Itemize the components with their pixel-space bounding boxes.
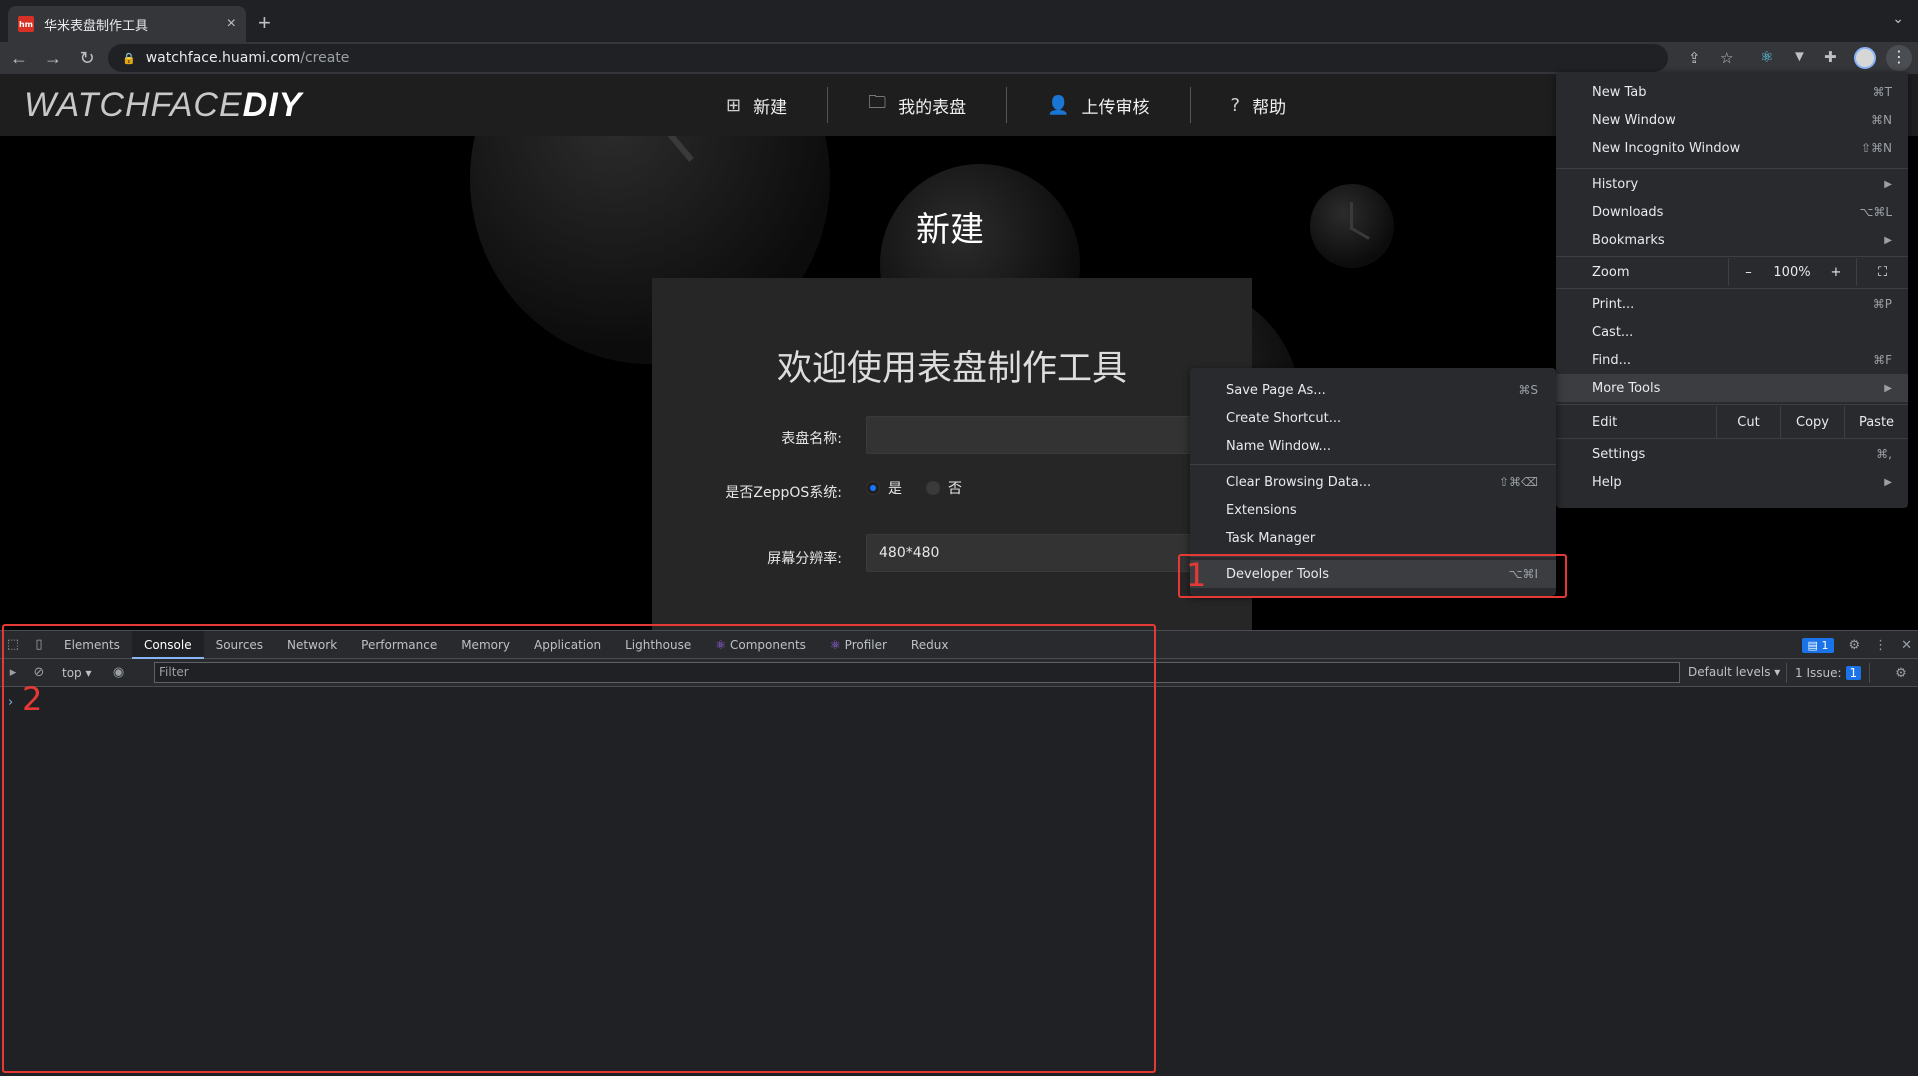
site-logo[interactable]: WATCHFACEDIY xyxy=(24,86,302,125)
menu-downloads[interactable]: Downloads ⌥⌘L xyxy=(1556,198,1908,226)
menu-find[interactable]: Find... ⌘F xyxy=(1556,346,1908,374)
menu-divider xyxy=(1556,404,1908,405)
site-nav: ⊞ 新建 🗀 我的表盘 👤 上传审核 ? 帮助 xyxy=(686,74,1326,136)
radio-no[interactable] xyxy=(926,481,940,495)
welcome-heading: 欢迎使用表盘制作工具 xyxy=(776,349,1127,389)
forward-icon[interactable]: → xyxy=(38,48,68,69)
new-tab-icon[interactable]: + xyxy=(258,10,271,36)
share-icon[interactable]: ⇪ xyxy=(1688,49,1701,67)
nav-upload-review[interactable]: 👤 上传审核 xyxy=(1007,87,1191,123)
menu-divider xyxy=(1556,288,1908,289)
zoom-out-button[interactable]: – xyxy=(1728,258,1768,286)
annotation-number-2: 2 xyxy=(22,680,43,718)
menu-settings[interactable]: Settings ⌘, xyxy=(1556,440,1908,468)
edit-controls: Cut Copy Paste xyxy=(1716,406,1908,438)
menu-divider xyxy=(1556,256,1908,257)
annotation-box-1 xyxy=(1178,554,1567,598)
nav-my-watchfaces[interactable]: 🗀 我的表盘 xyxy=(828,87,1008,123)
extensions-icon[interactable]: ✚ xyxy=(1824,48,1837,66)
decor-watch-icon xyxy=(1310,184,1394,268)
radio-yes[interactable] xyxy=(866,481,880,495)
annotation-box-2 xyxy=(2,624,1156,1073)
zoom-in-button[interactable]: + xyxy=(1816,258,1856,286)
address-bar[interactable]: 🔒 watchface.huami.com /create ⇪ ☆ xyxy=(108,44,1733,72)
menu-divider xyxy=(1556,438,1908,439)
chevron-right-icon: ▶ xyxy=(1884,234,1892,246)
cut-button[interactable]: Cut xyxy=(1716,406,1780,438)
menu-new-tab[interactable]: New Tab ⌘T xyxy=(1556,78,1908,106)
close-tab-icon[interactable]: × xyxy=(227,15,236,33)
submenu-save-page[interactable]: Save Page As... ⌘S xyxy=(1190,376,1556,404)
tab-search-icon[interactable]: ⌄ xyxy=(1892,10,1904,27)
menu-zoom: Zoom – 100% + ⛶ xyxy=(1556,258,1908,286)
menu-new-window[interactable]: New Window ⌘N xyxy=(1556,106,1908,134)
nav-new[interactable]: ⊞ 新建 xyxy=(686,87,829,123)
watchface-name-input[interactable] xyxy=(866,416,1236,454)
create-form-card: 欢迎使用表盘制作工具 表盘名称: 是否ZeppOS系统: 是 否 屏幕分辨率: … xyxy=(652,278,1252,630)
copy-button[interactable]: Copy xyxy=(1780,406,1844,438)
menu-divider xyxy=(1556,168,1908,169)
menu-more-tools[interactable]: More Tools ▶ xyxy=(1556,374,1908,402)
vue-devtools-icon[interactable]: ▼ xyxy=(1792,48,1807,65)
tab-title: 华米表盘制作工具 xyxy=(44,18,149,34)
zoom-level: 100% xyxy=(1773,264,1811,280)
react-devtools-icon[interactable]: ⚛ xyxy=(1760,48,1773,66)
fullscreen-icon[interactable]: ⛶ xyxy=(1856,258,1908,286)
menu-divider xyxy=(1190,464,1556,465)
chevron-right-icon: ▶ xyxy=(1884,476,1892,488)
zoom-controls: – 100% + ⛶ xyxy=(1728,258,1908,286)
menu-bookmarks[interactable]: Bookmarks ▶ xyxy=(1556,226,1908,254)
user-icon: 👤 xyxy=(1047,94,1070,116)
settings-gear-icon[interactable]: ⚙ xyxy=(1848,638,1860,653)
zepp-label: 是否ZeppOS系统: xyxy=(725,485,842,501)
menu-print[interactable]: Print... ⌘P xyxy=(1556,290,1908,318)
annotation-number-1: 1 xyxy=(1186,556,1207,594)
back-icon[interactable]: ← xyxy=(4,48,34,69)
browser-tab[interactable]: hm 华米表盘制作工具 × xyxy=(8,6,246,42)
menu-cast[interactable]: Cast... xyxy=(1556,318,1908,346)
menu-incognito[interactable]: New Incognito Window ⇧⌘N xyxy=(1556,134,1908,162)
chevron-right-icon: ▶ xyxy=(1884,178,1892,190)
paste-button[interactable]: Paste xyxy=(1844,406,1908,438)
menu-history[interactable]: History ▶ xyxy=(1556,170,1908,198)
menu-edit: Edit Cut Copy Paste xyxy=(1556,406,1908,438)
log-levels-dropdown[interactable]: Default levels ▾ xyxy=(1688,665,1780,679)
submenu-task-manager[interactable]: Task Manager xyxy=(1190,524,1556,552)
star-icon[interactable]: ☆ xyxy=(1720,49,1733,67)
message-count-badge[interactable]: ▤ 1 xyxy=(1801,637,1835,653)
chevron-right-icon: ▶ xyxy=(1884,382,1892,394)
devtools-actions: ▤ 1 ⚙ ⋮ ✕ xyxy=(1801,631,1912,659)
reload-icon[interactable]: ↻ xyxy=(72,48,102,69)
zepp-radio-group: 是 否 xyxy=(866,478,962,498)
browser-toolbar: ← → ↻ 🔒 watchface.huami.com /create ⇪ ☆ xyxy=(0,42,1918,74)
submenu-clear-data[interactable]: Clear Browsing Data... ⇧⌘⌫ xyxy=(1190,468,1556,496)
url-path: /create xyxy=(300,50,350,66)
url-host: watchface.huami.com xyxy=(145,50,301,66)
close-devtools-icon[interactable]: ✕ xyxy=(1901,638,1912,653)
resolution-label: 屏幕分辨率: xyxy=(767,551,842,567)
page-title: 新建 xyxy=(916,210,984,250)
more-options-icon[interactable]: ⋮ xyxy=(1874,638,1887,653)
help-circle-icon: ? xyxy=(1230,94,1241,116)
lock-icon[interactable]: 🔒 xyxy=(122,52,136,65)
submenu-create-shortcut[interactable]: Create Shortcut... xyxy=(1190,404,1556,432)
plus-square-icon: ⊞ xyxy=(726,94,742,116)
tab-strip: hm 华米表盘制作工具 × + ⌄ xyxy=(0,0,1918,42)
folder-icon: 🗀 xyxy=(868,92,887,113)
name-label: 表盘名称: xyxy=(781,431,842,447)
favicon-icon: hm xyxy=(18,16,34,32)
avatar[interactable] xyxy=(1854,47,1876,69)
issues-button[interactable]: 1 Issue: 1 xyxy=(1786,663,1871,683)
submenu-extensions[interactable]: Extensions xyxy=(1190,496,1556,524)
nav-help[interactable]: ? 帮助 xyxy=(1191,87,1327,123)
kebab-menu-icon[interactable]: ⋮ xyxy=(1886,45,1912,71)
console-settings-icon[interactable]: ⚙ xyxy=(1888,666,1914,681)
submenu-name-window[interactable]: Name Window... xyxy=(1190,432,1556,460)
chrome-main-menu: New Tab ⌘T New Window ⌘N New Incognito Win… xyxy=(1556,72,1908,508)
menu-help[interactable]: Help ▶ xyxy=(1556,468,1908,496)
